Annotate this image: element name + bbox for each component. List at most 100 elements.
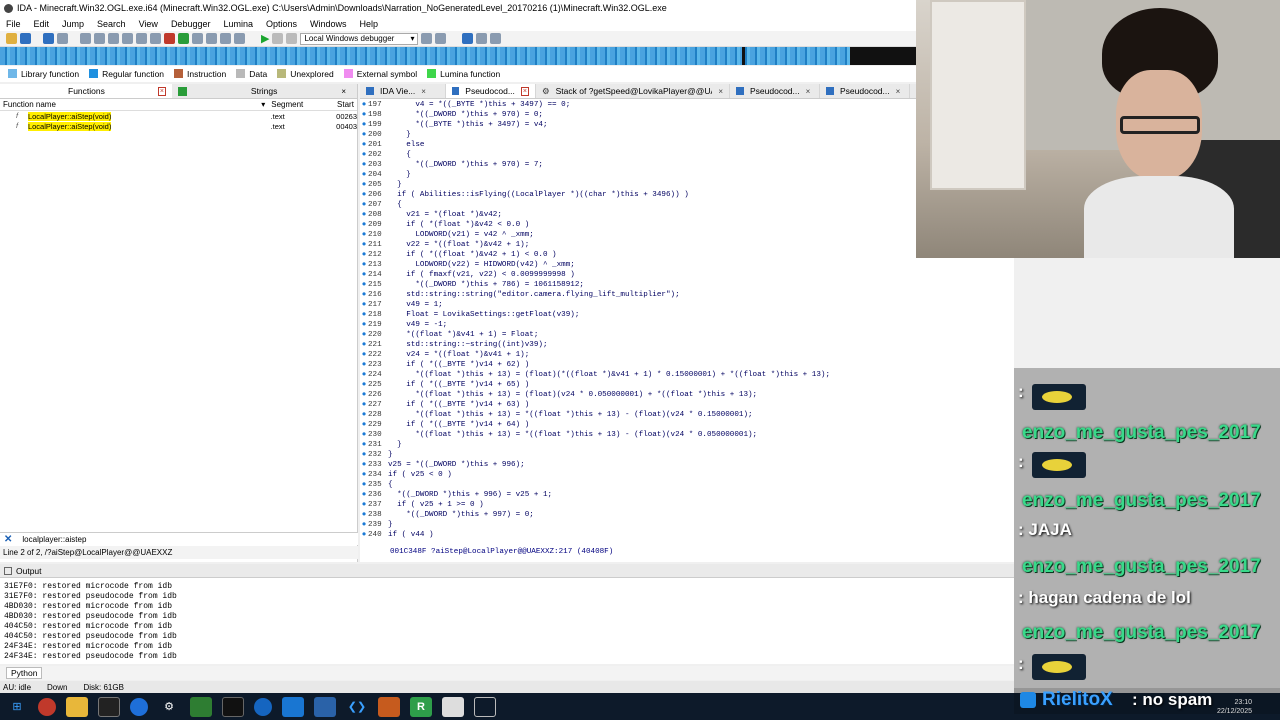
open-icon[interactable]	[6, 33, 17, 44]
attach-icon[interactable]	[435, 33, 447, 44]
code-line[interactable]: ● 234 if ( v25 < 0 )	[360, 470, 1014, 480]
function-filter-input[interactable]: localplayer::aistep	[22, 535, 86, 544]
text-search-icon[interactable]	[150, 33, 161, 44]
code-line[interactable]: ● 236 *((_DWORD *)this + 996) = v25 + 1;	[360, 490, 1014, 500]
bars-icon[interactable]	[378, 696, 400, 717]
chat-last-username[interactable]: RielitoX	[1042, 689, 1113, 711]
code-line[interactable]: ● 227 if ( *((_BYTE *)v14 + 63) )	[360, 400, 1014, 410]
code-line[interactable]: ● 232}	[360, 450, 1014, 460]
code-line[interactable]: ● 213 LODWORD(v22) = HIDWORD(v42) ^ _xmm;	[360, 260, 1014, 270]
debugger-select[interactable]: Local Windows debugger ▾	[300, 32, 419, 45]
console-icon[interactable]	[222, 696, 244, 717]
code-line[interactable]: ● 220 *((float *)&v41 + 1) = Float;	[360, 330, 1014, 340]
menu-file[interactable]: File	[6, 19, 21, 29]
menu-windows[interactable]: Windows	[310, 19, 347, 29]
menu-lumina[interactable]: Lumina	[223, 19, 253, 29]
folder-icon[interactable]	[66, 696, 88, 717]
struct-icon[interactable]	[206, 33, 217, 44]
close-icon[interactable]: ×	[896, 87, 901, 96]
code-line[interactable]: ● 228 *((float *)this + 13) = *((float *)…	[360, 410, 1014, 420]
code-line[interactable]: ● 214 if ( fmaxf(v21, v22) < 0.0099999998…	[360, 270, 1014, 280]
function-row[interactable]: 𝑓 LocalPlayer::aiStep(void) .text 00403	[0, 121, 357, 131]
pause-icon[interactable]	[272, 33, 284, 44]
code-line[interactable]: ● 225 if ( *((_BYTE *)v14 + 65) )	[360, 380, 1014, 390]
window-icon[interactable]	[474, 696, 496, 717]
ida-taskbar-icon[interactable]	[442, 696, 464, 717]
code-line[interactable]: ● 216 std::string::string("editor.camera.…	[360, 290, 1014, 300]
run-icon[interactable]: ▶	[261, 32, 269, 45]
code-line[interactable]: ● 218 Float = LovikaSettings::getFloat(v3…	[360, 310, 1014, 320]
tab-ida-view[interactable]: IDA Vie... ×	[360, 84, 446, 98]
list-icon[interactable]	[490, 33, 502, 44]
terminal-icon[interactable]	[98, 696, 120, 717]
tab-pseudocode-3[interactable]: Pseudocod... ×	[820, 84, 910, 98]
code-line[interactable]: ● 223 if ( *((_BYTE *)v14 + 62) )	[360, 360, 1014, 370]
menu-options[interactable]: Options	[266, 19, 297, 29]
code-line[interactable]: ● 219 v49 = -1;	[360, 320, 1014, 330]
chat-username[interactable]: enzo_me_gusta_pes_2017	[1022, 556, 1261, 578]
code-line[interactable]: ● 235 {	[360, 480, 1014, 490]
tab-strings[interactable]: Strings ×	[172, 84, 352, 98]
code-line[interactable]: ● 221 std::string::~string((int)v39);	[360, 340, 1014, 350]
chat-username[interactable]: enzo_me_gusta_pes_2017	[1022, 622, 1261, 644]
obs-icon[interactable]	[254, 697, 272, 716]
code-line[interactable]: ● 240 if ( v44 )	[360, 530, 1014, 540]
r-app-icon[interactable]: R	[410, 696, 432, 717]
code-line[interactable]: ● 222 v24 = *((float *)&v41 + 1);	[360, 350, 1014, 360]
close-icon[interactable]: ×	[806, 87, 811, 96]
menu-jump[interactable]: Jump	[62, 19, 84, 29]
forward-icon[interactable]	[57, 33, 68, 44]
vscode-icon[interactable]: ❮❯	[346, 697, 368, 717]
settings-icon[interactable]: ⚙	[158, 697, 180, 717]
enum-icon[interactable]	[220, 33, 231, 44]
navigation-band[interactable]	[0, 47, 916, 65]
menu-search[interactable]: Search	[97, 19, 126, 29]
tab-functions[interactable]: Functions ×	[0, 84, 172, 98]
chrome-icon[interactable]	[38, 697, 56, 716]
code-line[interactable]: ● 231 }	[360, 440, 1014, 450]
patch-icon[interactable]	[192, 33, 203, 44]
code-line[interactable]: ● 238 *((_DWORD *)this + 997) = 0;	[360, 510, 1014, 520]
back-icon[interactable]	[43, 33, 54, 44]
lumina-icon[interactable]	[178, 33, 189, 44]
app-green-icon[interactable]	[190, 696, 212, 717]
photos-icon[interactable]	[282, 696, 304, 717]
menu-debugger[interactable]: Debugger	[171, 19, 211, 29]
code-line[interactable]: ● 237 if ( v25 + 1 >= 0 )	[360, 500, 1014, 510]
close-icon[interactable]: ×	[341, 87, 346, 96]
close-icon[interactable]: ×	[718, 87, 723, 96]
browser-icon[interactable]	[130, 697, 148, 716]
jump-icon[interactable]	[136, 33, 147, 44]
bug-icon[interactable]	[314, 696, 336, 717]
xref-icon[interactable]	[122, 33, 133, 44]
tab-stack[interactable]: ⚙ Stack of ?getSpeed@LovikaPlayer@@UAE..…	[536, 84, 730, 98]
col-segment[interactable]: Segment	[271, 100, 337, 109]
code-line[interactable]: ● 233 v25 = *((_DWORD *)this + 996);	[360, 460, 1014, 470]
col-function-name[interactable]: Function name	[0, 100, 261, 109]
tab-pseudocode-2[interactable]: Pseudocod... ×	[730, 84, 820, 98]
code-line[interactable]: ● 239}	[360, 520, 1014, 530]
chat-username[interactable]: enzo_me_gusta_pes_2017	[1022, 422, 1261, 444]
output-log[interactable]: 31E7F0: restored microcode from idb 31E7…	[0, 578, 1014, 664]
breakpoint-icon[interactable]	[164, 33, 175, 44]
start-icon[interactable]: ⊞	[6, 697, 28, 717]
code-line[interactable]: ● 230 *((float *)this + 13) = *((float *)…	[360, 430, 1014, 440]
code-line[interactable]: ● 229 if ( *((_BYTE *)v14 + 64) )	[360, 420, 1014, 430]
code-line[interactable]: ● 217 v49 = 1;	[360, 300, 1014, 310]
close-icon[interactable]: ×	[421, 87, 426, 96]
chat-username[interactable]: enzo_me_gusta_pes_2017	[1022, 490, 1261, 512]
layout-icon[interactable]	[462, 33, 474, 44]
code-line[interactable]: ● 215 *((_DWORD *)this + 786) = 106115891…	[360, 280, 1014, 290]
menu-view[interactable]: View	[139, 19, 158, 29]
code-line[interactable]: ● 224 *((float *)this + 13) = (float)(*((…	[360, 370, 1014, 380]
debug-options-icon[interactable]	[421, 33, 433, 44]
col-start[interactable]: Start	[337, 100, 357, 109]
menu-help[interactable]: Help	[360, 19, 379, 29]
graph-icon[interactable]	[94, 33, 105, 44]
python-tab[interactable]: Python	[6, 667, 43, 679]
tab-pseudocode-active[interactable]: Pseudocod... ×	[446, 84, 536, 98]
code-line[interactable]: ● 226 *((float *)this + 13) = (float)(v24…	[360, 390, 1014, 400]
function-row[interactable]: 𝑓 LocalPlayer::aiStep(void) .text 00263	[0, 111, 357, 121]
clear-filter-icon[interactable]: ✕	[4, 534, 12, 545]
close-icon[interactable]: ×	[157, 86, 166, 96]
